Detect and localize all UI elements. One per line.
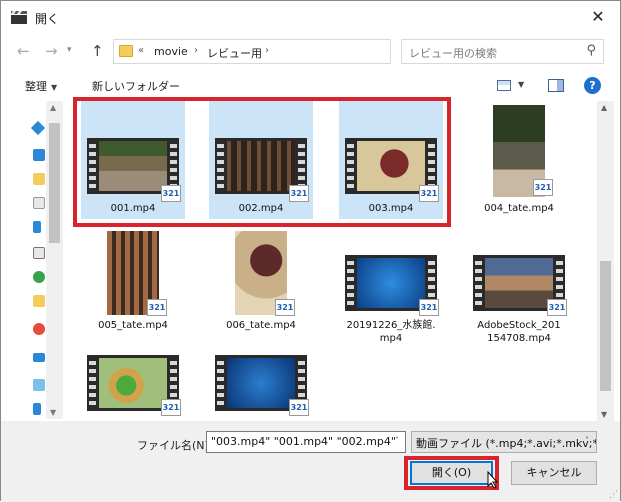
media-player-icon: 321 [547,299,567,316]
recent-locations-caret[interactable]: ▾ [67,45,72,55]
download-icon[interactable] [33,221,41,233]
scroll-down-arrow[interactable]: ▼ [50,408,56,417]
breadcrumb-movie[interactable]: movie [154,45,188,58]
help-icon[interactable]: ? [584,77,601,94]
scroll-down-arrow[interactable]: ▼ [601,410,607,419]
media-player-icon: 321 [289,399,309,416]
media-player-icon: 321 [533,179,553,196]
search-icon: ⚲ [586,43,596,58]
file-list-scrollbar[interactable]: ▲ ▼ [597,101,614,421]
address-bar[interactable]: « movie › レビュー用 › ˅ ↻ [113,39,494,64]
breadcrumb-review[interactable]: レビュー用 [207,45,262,61]
file-item[interactable]: 321 005_tate.mp4 [81,225,185,343]
back-button[interactable]: ← [17,42,30,60]
breadcrumb-overflow[interactable]: « [138,45,144,56]
3d-objects-icon[interactable] [33,379,45,391]
breadcrumb-separator[interactable]: › [194,45,198,56]
scroll-up-arrow[interactable]: ▲ [50,103,56,112]
media-player-icon: 321 [147,299,167,316]
download-icon[interactable] [33,403,41,415]
file-name-line: AdobeStock_201 [477,320,561,331]
command-bar: 整理 ▼ 新しいフォルダー ▼ ? [1,71,620,99]
filename-label: ファイル名(N): [137,439,213,452]
file-item[interactable]: 321 004_tate.mp4 [467,101,571,219]
file-name: 20191226_水族館. mp4 [339,319,443,345]
file-name-line: 154708.mp4 [487,333,551,344]
folder-icon [119,45,133,57]
organize-label: 整理 [25,80,47,93]
scrollbar-thumb[interactable] [49,123,60,243]
file-item[interactable]: 321 [209,349,313,421]
creative-cloud-icon[interactable] [33,323,45,335]
window-title: 開く [35,12,60,26]
quick-access-icon[interactable] [30,120,46,136]
file-name-line: mp4 [379,333,403,344]
drive-icon[interactable] [33,271,45,283]
resize-grip[interactable]: ⋰ [609,490,618,500]
file-type-select[interactable]: 動画ファイル (*.mp4;*.avi;*.mkv;*. [411,431,597,453]
file-item[interactable]: 321 [81,349,185,421]
filename-input[interactable]: "003.mp4" "001.mp4" "002.mp4" [206,431,406,453]
folder-icon[interactable] [33,295,45,307]
media-player-icon: 321 [161,399,181,416]
file-name: AdobeStock_201 154708.mp4 [467,319,571,345]
file-name: 006_tate.mp4 [226,320,296,331]
up-button[interactable]: ↑ [91,42,104,60]
chevron-down-icon: ˅ [585,436,589,445]
document-icon[interactable] [33,197,45,209]
new-folder-button[interactable]: 新しいフォルダー [92,78,180,94]
organize-menu[interactable]: 整理 ▼ [25,78,57,94]
scroll-up-arrow[interactable]: ▲ [601,103,607,112]
desktop-icon[interactable] [33,149,45,161]
selection-highlight-frame [73,97,451,227]
forward-button[interactable]: → [45,42,58,60]
folder-icon[interactable] [33,173,45,185]
file-item[interactable]: 321 006_tate.mp4 [209,225,313,343]
navigation-bar: ← → ▾ ↑ « movie › レビュー用 › ˅ ↻ レビュー用の検索 ⚲ [1,37,620,67]
this-pc-icon[interactable] [33,353,45,362]
scrollbar-thumb[interactable] [600,261,611,391]
navigation-pane-scrollbar[interactable]: ▲ ▼ [46,101,63,419]
open-file-dialog: 開く ✕ ← → ▾ ↑ « movie › レビュー用 › ˅ ↻ レビュー用… [0,0,621,502]
filename-history-caret[interactable]: ˅ [395,436,399,445]
preview-pane-icon[interactable] [548,79,564,92]
chevron-down-icon: ▼ [51,83,58,92]
file-item[interactable]: 321 20191226_水族館. mp4 [339,225,443,345]
breadcrumb-separator[interactable]: › [265,45,269,56]
search-box[interactable]: レビュー用の検索 ⚲ [401,39,604,64]
media-player-icon: 321 [419,299,439,316]
file-name: 005_tate.mp4 [98,320,168,331]
view-options-caret[interactable]: ▼ [518,80,524,89]
mouse-cursor-icon [487,471,499,489]
title-bar: 開く ✕ [1,1,620,33]
media-player-icon: 321 [275,299,295,316]
search-placeholder: レビュー用の検索 [409,47,497,60]
bottom-panel: ファイル名(N): "003.mp4" "001.mp4" "002.mp4" … [1,421,620,502]
open-button-highlight-frame [404,456,499,490]
file-item[interactable]: 321 AdobeStock_201 154708.mp4 [467,225,571,345]
close-button[interactable]: ✕ [576,1,620,32]
change-view-icon[interactable] [497,80,511,91]
cancel-button[interactable]: キャンセル [511,461,597,485]
document-icon[interactable] [33,247,45,259]
file-name-line: 20191226_水族館. [346,320,436,331]
clapperboard-icon [11,11,27,24]
file-name: 004_tate.mp4 [484,203,554,214]
